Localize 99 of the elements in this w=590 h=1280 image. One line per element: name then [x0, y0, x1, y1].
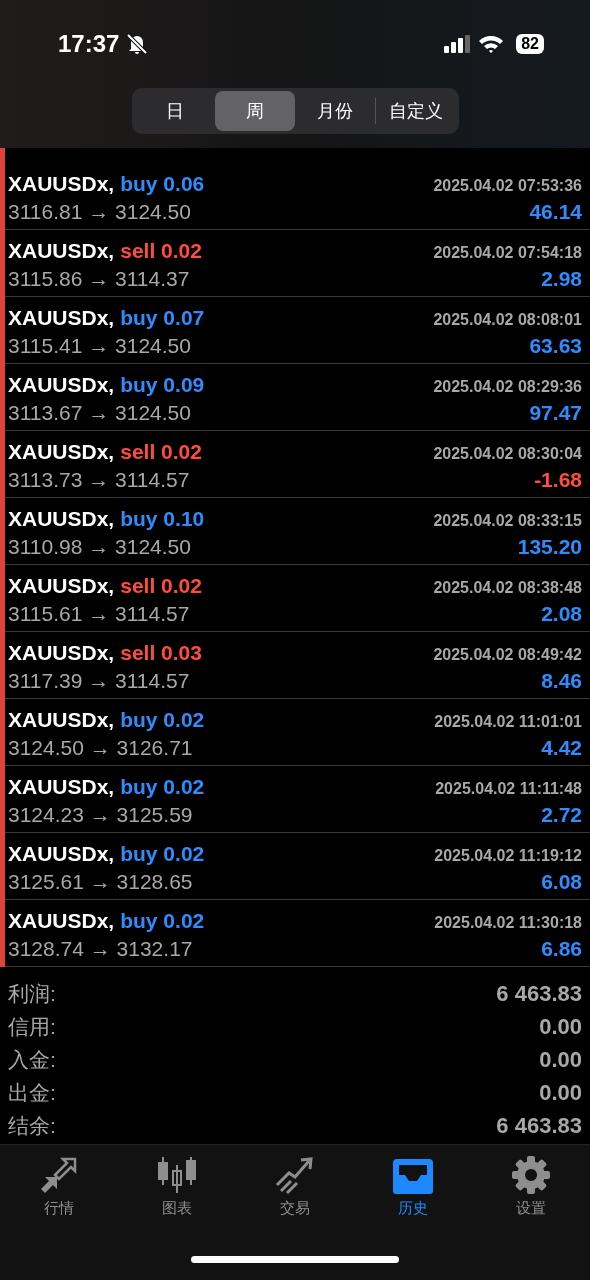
summary-value: 0.00 [539, 1013, 582, 1040]
deal-volume: sell 0.02 [120, 239, 202, 262]
deal-row[interactable]: XAUUSDx, buy 0.02 2025.04.02 11:30:18 3128.74 → 3132.17 6.86 [5, 900, 590, 967]
period-tab[interactable]: 自定义 [375, 91, 456, 131]
deal-prices: 3128.74 → 3132.17 [8, 937, 193, 961]
summary-label: 入金: [8, 1046, 56, 1073]
summary-label: 出金: [8, 1079, 56, 1106]
summary-value: 6 463.83 [496, 1112, 582, 1139]
deal-profit: 6.86 [541, 937, 582, 961]
deal-row[interactable]: XAUUSDx, sell 0.02 2025.04.02 08:30:04 3113.73 → 3114.57 -1.68 [5, 431, 590, 498]
deal-profit: 2.72 [541, 803, 582, 827]
deal-profit: 135.20 [517, 535, 582, 559]
status-time: 17:37 [58, 30, 120, 58]
deal-time: 2025.04.02 08:38:48 [433, 579, 582, 597]
tab-bar-item[interactable]: 行情 [14, 1155, 104, 1218]
deal-profit: 2.08 [541, 602, 582, 626]
deal-prices: 3115.61 → 3114.57 [8, 602, 190, 626]
tab-bar-item[interactable]: 图表 [132, 1155, 222, 1218]
period-tab[interactable]: 日 [134, 91, 215, 131]
summary-label: 利润: [8, 980, 56, 1007]
deal-profit: 97.47 [529, 401, 582, 425]
deal-symbol: XAUUSDx, [8, 507, 115, 530]
deal-prices: 3117.39 → 3114.57 [8, 669, 190, 693]
summary-value: 6 463.83 [496, 980, 582, 1007]
deal-profit: 6.08 [541, 870, 582, 894]
deal-time: 2025.04.02 07:54:18 [433, 244, 582, 262]
deal-prices: 3124.50 → 3126.71 [8, 736, 193, 760]
deal-volume: sell 0.02 [120, 574, 202, 597]
deal-row[interactable]: XAUUSDx, buy 0.06 2025.04.02 07:53:36 3116.81 → 3124.50 46.14 [5, 163, 590, 230]
deal-symbol: XAUUSDx, [8, 239, 115, 262]
wifi-icon [478, 34, 505, 54]
deal-time: 2025.04.02 11:11:48 [435, 780, 582, 798]
deal-volume: buy 0.02 [120, 842, 205, 865]
summary-value: 0.00 [539, 1079, 582, 1106]
deal-row[interactable]: XAUUSDx, buy 0.02 2025.04.02 11:19:12 3125.61 → 3128.65 6.08 [5, 833, 590, 900]
deal-time: 2025.04.02 11:30:18 [434, 914, 582, 932]
deal-profit: 8.46 [541, 669, 582, 693]
tab-bar-item[interactable]: 交易 [250, 1155, 340, 1218]
deal-time: 2025.04.02 08:29:36 [433, 378, 582, 396]
deal-symbol: XAUUSDx, [8, 306, 115, 329]
summary-label: 结余: [8, 1112, 56, 1139]
deal-volume: buy 0.06 [120, 172, 205, 195]
deal-prices: 3110.98 → 3124.50 [8, 535, 191, 559]
deal-row[interactable]: XAUUSDx, buy 0.07 2025.04.02 08:08:01 3115.41 → 3124.50 63.63 [5, 297, 590, 364]
deal-volume: buy 0.02 [120, 708, 205, 731]
deal-row[interactable]: XAUUSDx, buy 0.09 2025.04.02 08:29:36 3113.67 → 3124.50 97.47 [5, 364, 590, 431]
deal-prices: 3115.86 → 3114.37 [8, 267, 190, 291]
deal-symbol: XAUUSDx, [8, 775, 115, 798]
deal-symbol: XAUUSDx, [8, 842, 115, 865]
deal-prices: 3125.61 → 3128.65 [8, 870, 193, 894]
muted-bell-icon [125, 32, 150, 56]
battery-level: 82 [516, 34, 544, 54]
deal-volume: buy 0.02 [120, 909, 205, 932]
summary-label: 信用: [8, 1013, 56, 1040]
settings-icon [509, 1155, 553, 1195]
deal-symbol: XAUUSDx, [8, 440, 115, 463]
deal-prices: 3113.67 → 3124.50 [8, 401, 191, 425]
deal-row[interactable]: XAUUSDx, sell 0.02 2025.04.02 08:38:48 3115.61 → 3114.57 2.08 [5, 565, 590, 632]
deal-volume: buy 0.07 [120, 306, 205, 329]
deal-row[interactable]: XAUUSDx, buy 0.02 2025.04.02 11:11:48 3124.23 → 3125.59 2.72 [5, 766, 590, 833]
deal-prices: 3115.41 → 3124.50 [8, 334, 191, 358]
deal-row[interactable]: XAUUSDx, sell 0.02 2025.04.02 07:54:18 3115.86 → 3114.37 2.98 [5, 230, 590, 297]
deal-profit: 63.63 [529, 334, 582, 358]
home-indicator[interactable] [191, 1256, 399, 1263]
deal-prices: 3113.73 → 3114.57 [8, 468, 190, 492]
deal-profit: 4.42 [541, 736, 582, 760]
deal-profit: -1.68 [534, 468, 582, 492]
period-tab[interactable]: 月份 [294, 91, 375, 131]
deal-symbol: XAUUSDx, [8, 909, 115, 932]
signal-icon [444, 35, 473, 53]
deal-time: 2025.04.02 08:30:04 [433, 445, 582, 463]
deal-row[interactable]: XAUUSDx, buy 0.02 2025.04.02 11:01:01 3124.50 → 3126.71 4.42 [5, 699, 590, 766]
tab-bar-item[interactable]: 设置 [486, 1155, 576, 1218]
deal-volume: sell 0.03 [120, 641, 202, 664]
deal-volume: buy 0.02 [120, 775, 205, 798]
deal-row[interactable]: XAUUSDx, sell 0.03 2025.04.02 08:49:42 3117.39 → 3114.57 8.46 [5, 632, 590, 699]
deal-prices: 3116.81 → 3124.50 [8, 200, 191, 224]
deal-symbol: XAUUSDx, [8, 641, 115, 664]
deal-time: 2025.04.02 08:33:15 [433, 512, 582, 530]
deal-symbol: XAUUSDx, [8, 708, 115, 731]
deal-volume: buy 0.10 [120, 507, 205, 530]
deal-symbol: XAUUSDx, [8, 574, 115, 597]
deal-time: 2025.04.02 07:53:36 [433, 177, 582, 195]
deal-profit: 2.98 [541, 267, 582, 291]
deal-symbol: XAUUSDx, [8, 172, 115, 195]
deal-time: 2025.04.02 11:19:12 [434, 847, 582, 865]
tab-bar-item[interactable]: 历史 [368, 1155, 458, 1218]
deal-symbol: XAUUSDx, [8, 373, 115, 396]
period-tab[interactable]: 周 [214, 91, 295, 131]
candlestick-icon [155, 1155, 199, 1195]
deal-volume: buy 0.09 [120, 373, 205, 396]
deal-time: 2025.04.02 08:49:42 [433, 646, 582, 664]
deal-time: 2025.04.02 08:08:01 [433, 311, 582, 329]
deal-time: 2025.04.02 11:01:01 [434, 713, 582, 731]
deal-profit: 46.14 [529, 200, 582, 224]
deal-volume: sell 0.02 [120, 440, 202, 463]
deal-prices: 3124.23 → 3125.59 [8, 803, 193, 827]
deal-row[interactable]: XAUUSDx, buy 0.10 2025.04.02 08:33:15 3110.98 → 3124.50 135.20 [5, 498, 590, 565]
summary-value: 0.00 [539, 1046, 582, 1073]
